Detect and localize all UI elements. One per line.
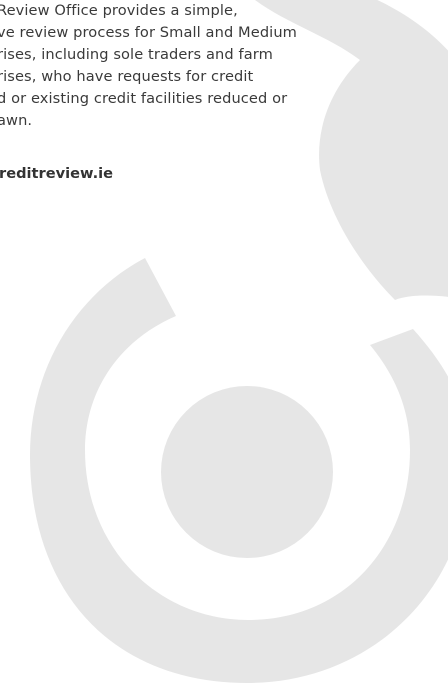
website-link[interactable]: reditreview.ie	[0, 165, 113, 182]
intro-line: rises, including sole traders and farm	[0, 46, 273, 63]
intro-line: d or existing credit facilities reduced …	[0, 90, 288, 107]
intro-line: awn.	[0, 112, 33, 129]
page: Review Office provides a simple, ve revi…	[0, 0, 448, 683]
inner-circle-shape	[161, 386, 333, 558]
intro-line: ve review process for Small and Medium	[0, 24, 297, 41]
intro-line: rises, who have requests for credit	[0, 68, 254, 85]
intro-paragraph: Review Office provides a simple, ve revi…	[0, 0, 448, 132]
intro-line: Review Office provides a simple,	[0, 2, 238, 19]
